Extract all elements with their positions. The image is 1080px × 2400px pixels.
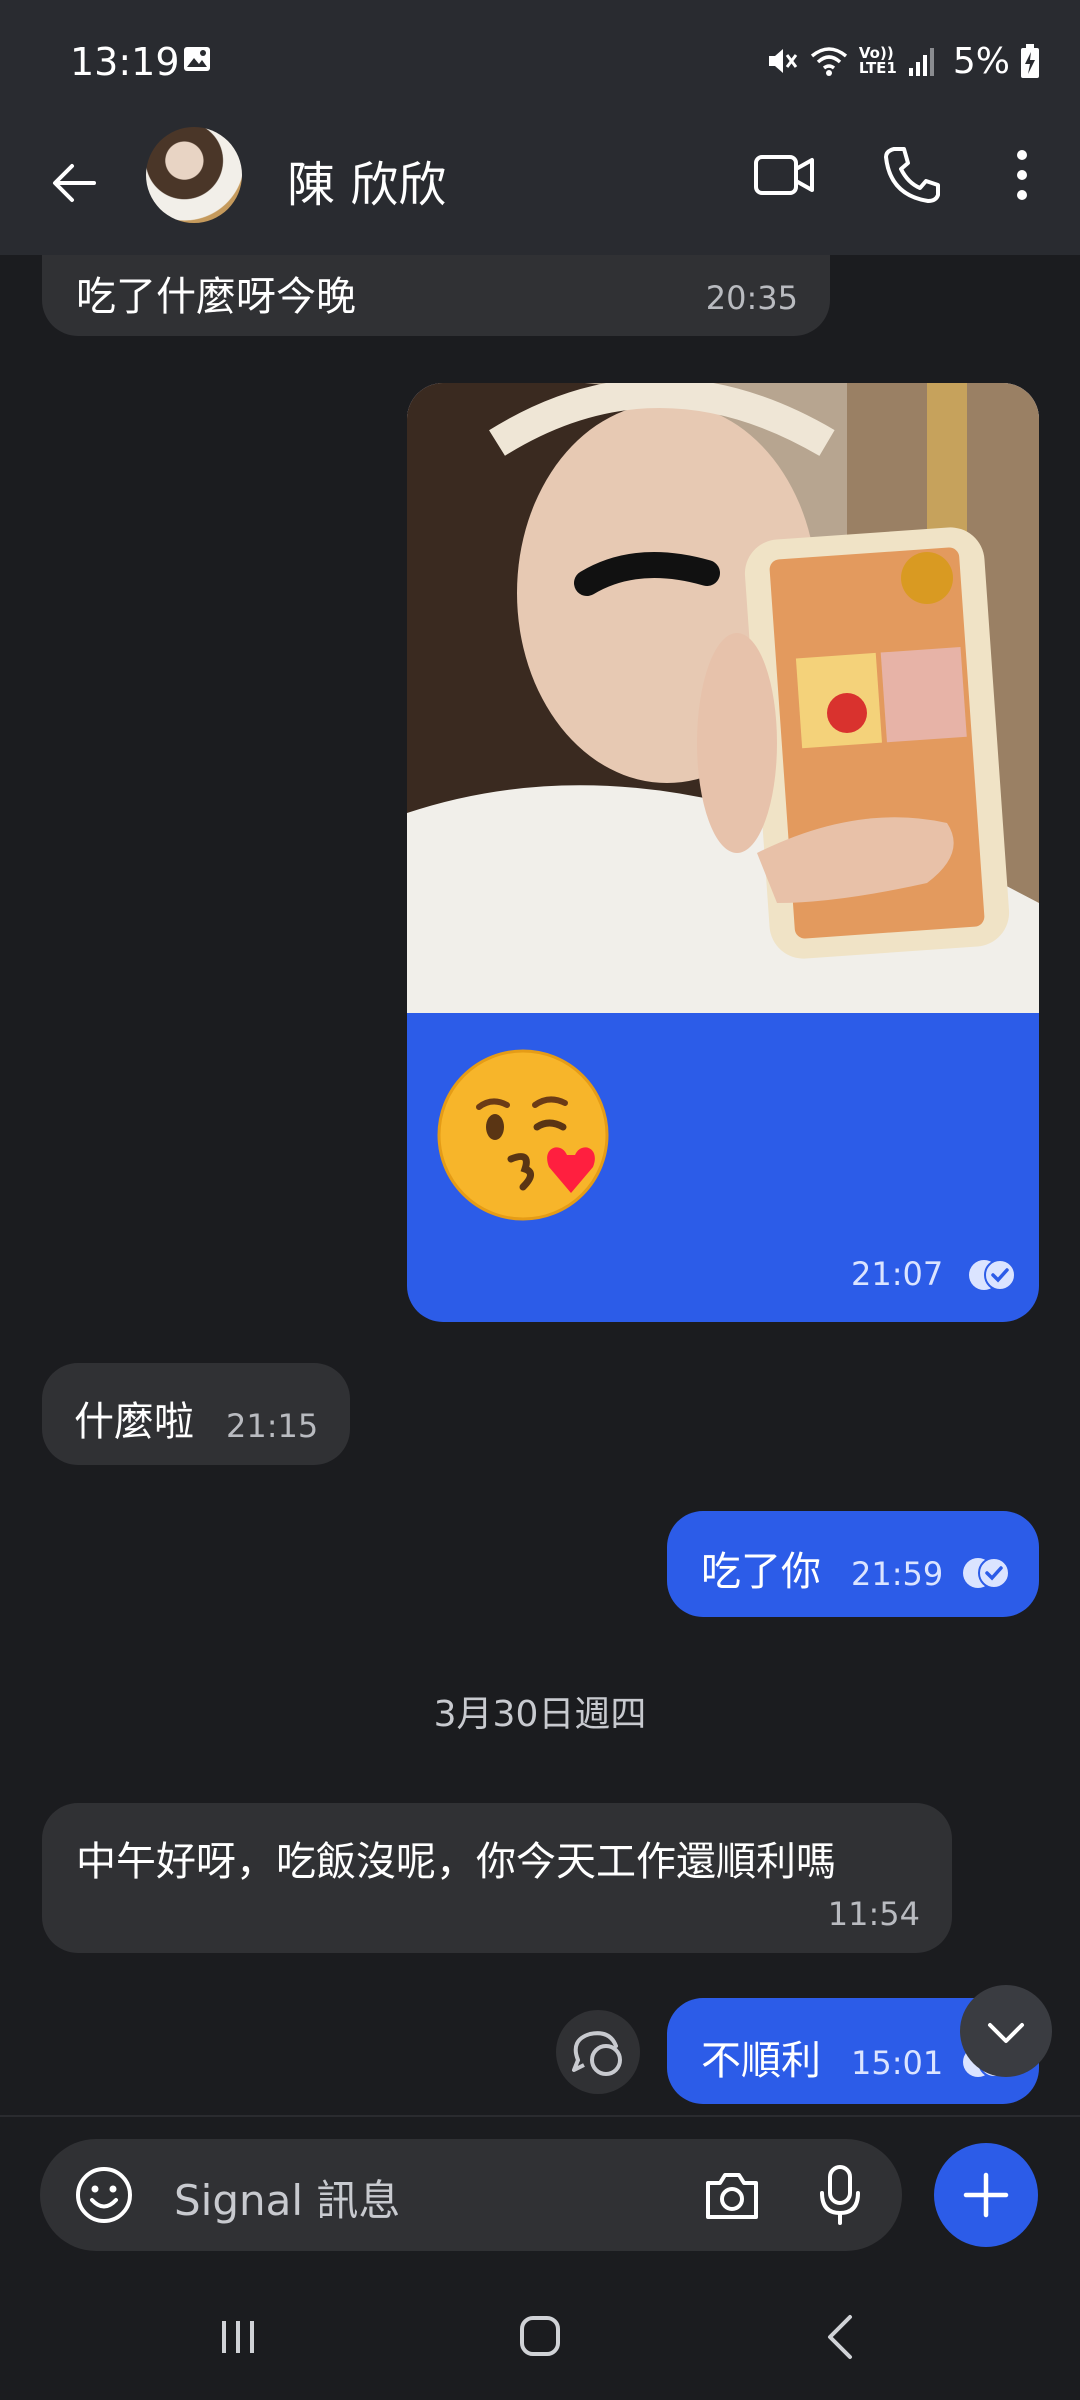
- system-back-icon[interactable]: [820, 2311, 860, 2363]
- read-receipt-icon: [969, 1259, 1016, 1291]
- message-outgoing-photo[interactable]: 21:07: [407, 383, 1039, 1322]
- composer: Signal 訊息: [0, 2115, 1080, 2257]
- system-navigation-bar: [0, 2255, 1080, 2400]
- status-icons: Vo)) LTE1 5%: [765, 36, 1040, 86]
- message-text: 不順利: [701, 2038, 821, 2084]
- smiley-icon[interactable]: [74, 2165, 134, 2225]
- date-separator: 3月30日週四: [433, 1694, 647, 1735]
- scroll-to-bottom-button[interactable]: [960, 1985, 1052, 2077]
- battery-percent: 5%: [952, 40, 1010, 82]
- more-vertical-icon[interactable]: [1000, 143, 1044, 207]
- camera-icon[interactable]: [702, 2167, 762, 2223]
- message-time: 15:01: [851, 2044, 944, 2082]
- message-incoming[interactable]: 什麼啦 21:15: [42, 1363, 350, 1465]
- contact-name[interactable]: 陳 欣欣: [287, 145, 446, 215]
- conversation-header: 陳 欣欣: [0, 125, 1080, 255]
- message-time: 21:59: [851, 1555, 944, 1593]
- lte-label: LTE1: [858, 59, 897, 77]
- message-text: 吃了你: [701, 1549, 821, 1595]
- contact-avatar[interactable]: [146, 127, 242, 223]
- arrow-left-icon[interactable]: [40, 148, 110, 218]
- message-time: 20:35: [705, 279, 798, 317]
- phone-icon[interactable]: [880, 143, 944, 207]
- message-text: 吃了什麼呀今晚: [76, 274, 356, 320]
- message-time: 21:07: [851, 1255, 944, 1293]
- message-time: 21:15: [226, 1407, 319, 1445]
- home-icon[interactable]: [516, 2312, 564, 2360]
- status-bar: 13:19 Vo)) LTE1 5%: [0, 0, 1080, 125]
- message-incoming[interactable]: 吃了什麼呀今晚 20:35: [42, 255, 830, 336]
- reaction-button[interactable]: [556, 2010, 640, 2094]
- video-camera-icon[interactable]: [752, 143, 816, 207]
- plus-icon: [963, 2172, 1009, 2218]
- status-time: 13:19: [70, 40, 180, 84]
- message-input[interactable]: Signal 訊息: [40, 2139, 902, 2251]
- shared-photo[interactable]: [407, 383, 1039, 1013]
- message-text: 中午好呀，吃飯沒呢，你今天工作還順利嗎: [76, 1839, 836, 1885]
- wifi-icon: [810, 47, 847, 76]
- volte-indicator: Vo)) LTE1: [859, 46, 897, 76]
- chevron-down-icon: [988, 2023, 1024, 2043]
- recent-apps-icon[interactable]: [216, 2315, 260, 2359]
- read-receipt-icon: [963, 1557, 1010, 1589]
- message-input-placeholder[interactable]: Signal 訊息: [174, 2167, 400, 2228]
- message-time: 11:54: [827, 1895, 920, 1933]
- microphone-icon[interactable]: [818, 2163, 862, 2227]
- attach-button[interactable]: [934, 2143, 1038, 2247]
- message-text: 什麼啦: [74, 1399, 194, 1445]
- signal-icon: [908, 48, 934, 76]
- gallery-notification-icon: [184, 47, 210, 71]
- mute-icon: [768, 49, 798, 73]
- battery-charging-icon: [1021, 44, 1039, 78]
- reaction-icon: [572, 2031, 622, 2076]
- kissing-face-with-heart-icon: [437, 1049, 609, 1221]
- message-outgoing[interactable]: 吃了你 21:59: [667, 1511, 1039, 1617]
- message-incoming[interactable]: 中午好呀，吃飯沒呢，你今天工作還順利嗎 11:54: [42, 1803, 952, 1953]
- photo-illustration: [407, 383, 1039, 1013]
- message-list[interactable]: 吃了什麼呀今晚 20:35 21:07 什麼啦 21:15 吃了你 21:59 …: [0, 255, 1080, 2115]
